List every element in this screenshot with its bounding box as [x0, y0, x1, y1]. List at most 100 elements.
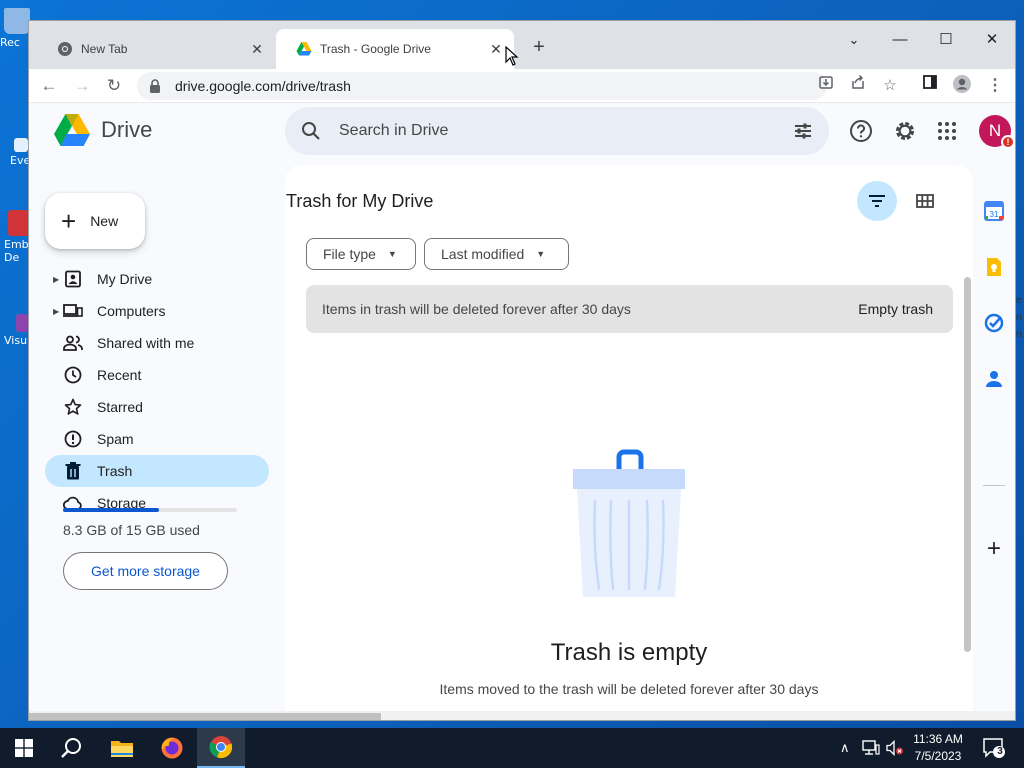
sidebar-item-recent[interactable]: Recent [45, 359, 269, 391]
vertical-scrollbar[interactable] [964, 277, 971, 652]
filter-icon [869, 195, 885, 207]
clock-date: 7/5/2023 [914, 749, 962, 763]
sidebar-item-trash[interactable]: Trash [45, 455, 269, 487]
page-title[interactable]: Trash for My Drive [286, 191, 433, 212]
mouse-cursor-icon [505, 46, 519, 66]
google-drive-logo-icon [54, 114, 90, 146]
account-avatar[interactable]: N ! [979, 115, 1015, 149]
taskbar-search-button[interactable] [48, 728, 96, 768]
close-tab-icon[interactable]: ✕ [488, 41, 504, 57]
new-button[interactable]: + New [45, 193, 145, 249]
search-bar[interactable] [285, 107, 829, 155]
get-more-storage-button[interactable]: Get more storage [63, 552, 228, 590]
notification-center-button[interactable]: 3 [982, 737, 1006, 759]
tab-title: Trash - Google Drive [320, 42, 431, 56]
desktop-icon-eve[interactable]: Eve [0, 138, 30, 167]
system-clock[interactable]: 11:36 AM 7/5/2023 [900, 731, 976, 765]
avatar-letter: N [988, 121, 1002, 140]
fragment-text: e [1016, 295, 1022, 306]
sidebar-item-spam[interactable]: Spam [45, 423, 269, 455]
new-button-label: New [90, 213, 119, 229]
maximize-button[interactable]: ☐ [923, 25, 969, 55]
forward-icon[interactable]: → [70, 74, 94, 98]
tab-search-button[interactable]: ⌄ [831, 25, 877, 55]
sidebar-item-starred[interactable]: Starred [45, 391, 269, 423]
desktop-icon-visu[interactable]: Visu [0, 314, 30, 347]
add-addon-plus-icon[interactable]: + [982, 537, 1006, 561]
menu-dots-icon[interactable]: ⋮ [983, 74, 1007, 98]
sidebar-item-label: Trash [97, 463, 133, 479]
profile-icon[interactable] [950, 74, 974, 98]
install-icon[interactable] [814, 74, 838, 98]
help-icon[interactable] [849, 119, 873, 143]
dropdown-arrow-icon: ▼ [536, 249, 546, 259]
sidebar-item-label: Spam [97, 431, 134, 447]
share-icon[interactable] [846, 74, 870, 98]
horizontal-scrollbar[interactable] [29, 711, 1015, 720]
search-input[interactable] [339, 122, 793, 140]
chrome-taskbar-button[interactable] [197, 728, 245, 768]
empty-trash-illustration-icon [573, 449, 685, 597]
expand-caret-icon[interactable]: ▶ [53, 275, 59, 284]
side-panel-icon[interactable] [918, 74, 942, 98]
empty-trash-button[interactable]: Empty trash [858, 301, 933, 317]
desktop-icon-emb[interactable]: Emb De [0, 210, 30, 264]
gear-icon[interactable] [893, 119, 917, 143]
sidebar-item-my-drive[interactable]: ▶ My Drive [45, 263, 269, 295]
clock-icon [63, 365, 83, 385]
grid-view-button[interactable] [905, 181, 945, 221]
tray-overflow-chevron-icon[interactable]: ∧ [840, 740, 850, 756]
search-icon [61, 738, 81, 758]
tab-trash-google-drive[interactable]: Trash - Google Drive ✕ [276, 29, 514, 69]
google-drive-icon [296, 42, 312, 56]
desktop-icon-label: Eve [10, 154, 31, 167]
bookmark-star-icon[interactable]: ☆ [878, 74, 902, 98]
folder-icon [111, 741, 133, 757]
new-tab-button[interactable]: + [527, 35, 551, 59]
app-icon [8, 210, 30, 236]
my-drive-icon [63, 269, 83, 289]
storage-progress-fill [63, 508, 160, 512]
back-icon[interactable]: ← [37, 74, 61, 98]
firefox-button[interactable] [148, 728, 196, 768]
desktop-icon-label: Rec [0, 36, 20, 49]
drive-logo[interactable]: Drive [53, 113, 152, 147]
plus-icon: + [61, 206, 77, 236]
visual-studio-icon [16, 314, 28, 332]
notification-count: 3 [997, 746, 1003, 757]
sidebar-item-computers[interactable]: ▶ Computers [45, 295, 269, 327]
start-button[interactable] [0, 728, 48, 768]
background-window-fragment: e n n [1016, 295, 1022, 340]
apps-grid-icon[interactable] [935, 119, 959, 143]
url-text: drive.google.com/drive/trash [175, 78, 351, 94]
alert-badge-icon: ! [1001, 135, 1015, 149]
sidebar-item-storage[interactable]: Storage [45, 487, 269, 519]
filter-label: File type [323, 246, 376, 262]
file-explorer-button[interactable] [98, 728, 146, 768]
search-options-icon[interactable] [793, 121, 813, 141]
app-name: Drive [101, 117, 153, 142]
close-tab-icon[interactable]: ✕ [249, 41, 265, 57]
tasks-icon[interactable] [982, 311, 1006, 335]
keep-icon[interactable] [982, 255, 1006, 279]
calendar-icon[interactable]: 31 [982, 199, 1006, 223]
network-icon[interactable] [862, 740, 880, 759]
expand-caret-icon[interactable]: ▶ [53, 307, 59, 316]
chrome-icon [209, 736, 233, 759]
contacts-icon[interactable] [982, 367, 1006, 391]
tab-new-tab[interactable]: New Tab ✕ [37, 29, 275, 69]
spam-icon [63, 429, 83, 449]
file-type-filter[interactable]: File type ▼ [306, 238, 416, 270]
address-bar[interactable]: drive.google.com/drive/trash [137, 72, 827, 100]
scrollbar-thumb[interactable] [29, 713, 381, 720]
storage-usage-text: 8.3 GB of 15 GB used [63, 522, 200, 538]
minimize-button[interactable]: — [877, 25, 923, 55]
last-modified-filter[interactable]: Last modified ▼ [424, 238, 569, 270]
close-window-button[interactable]: ✕ [969, 25, 1015, 55]
desktop-icon-recycle-bin[interactable]: Rec [0, 8, 30, 49]
filter-view-button[interactable] [857, 181, 897, 221]
empty-state-subtitle: Items moved to the trash will be deleted… [439, 681, 819, 697]
search-icon[interactable] [301, 121, 321, 141]
reload-icon[interactable]: ↻ [102, 74, 126, 98]
sidebar-item-shared-with-me[interactable]: Shared with me [45, 327, 269, 359]
